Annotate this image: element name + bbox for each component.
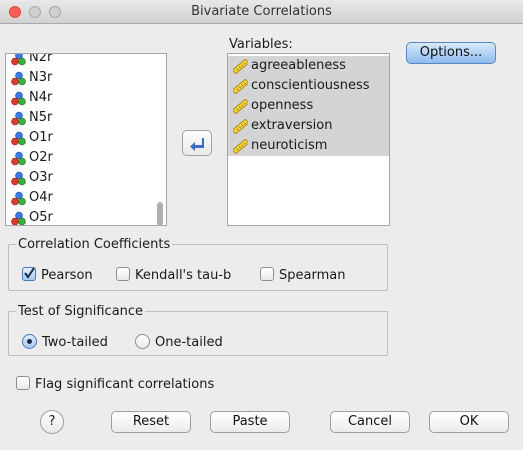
reset-button[interactable]: Reset — [111, 411, 191, 433]
kendall-checkbox[interactable] — [116, 267, 130, 281]
list-item-label: N3r — [29, 70, 53, 85]
window-title: Bivariate Correlations — [191, 4, 332, 19]
one-tailed-radio[interactable] — [135, 334, 150, 349]
two-tailed-label: Two-tailed — [42, 335, 108, 350]
kendall-option[interactable]: Kendall's tau-b — [116, 267, 231, 285]
checkmark-icon — [24, 267, 35, 279]
test-of-significance-legend: Test of Significance — [18, 304, 144, 319]
ok-button[interactable]: OK — [429, 411, 509, 433]
nominal-variable-icon — [11, 54, 26, 66]
list-item-label: O4r — [29, 190, 53, 205]
nominal-variable-icon — [11, 91, 26, 106]
move-variable-button[interactable] — [182, 130, 212, 156]
source-list-scrollbar[interactable] — [157, 202, 163, 225]
list-item-label: openness — [251, 98, 314, 113]
list-item-label: neuroticism — [251, 138, 328, 153]
ruler-scale-icon — [233, 59, 248, 74]
list-item-label: agreeableness — [251, 58, 346, 73]
list-item-label: O3r — [29, 170, 53, 185]
pearson-label: Pearson — [41, 268, 93, 283]
two-tailed-radio[interactable] — [22, 334, 37, 349]
variables-label: Variables: — [229, 37, 293, 52]
list-item-label: N5r — [29, 110, 53, 125]
list-item-label: O1r — [29, 130, 53, 145]
nominal-variable-icon — [11, 191, 26, 206]
ruler-scale-icon — [233, 99, 248, 114]
flag-significant-option[interactable]: Flag significant correlations — [16, 376, 214, 394]
spearman-option[interactable]: Spearman — [260, 267, 345, 285]
options-button[interactable]: Options... — [406, 42, 496, 64]
two-tailed-option[interactable]: Two-tailed — [22, 334, 108, 352]
spearman-label: Spearman — [279, 268, 346, 283]
arrow-left-icon — [190, 138, 204, 151]
kendall-label: Kendall's tau-b — [135, 268, 232, 283]
flag-significant-label: Flag significant correlations — [35, 377, 215, 392]
nominal-variable-icon — [11, 111, 26, 126]
list-item[interactable]: N2r — [6, 53, 166, 68]
list-item[interactable]: openness — [228, 96, 389, 116]
flag-significant-checkbox[interactable] — [16, 376, 30, 390]
list-item[interactable]: extraversion — [228, 116, 389, 136]
cancel-button[interactable]: Cancel — [330, 411, 410, 433]
list-item-label: O2r — [29, 150, 53, 165]
list-item[interactable]: N3r — [6, 68, 166, 88]
one-tailed-option[interactable]: One-tailed — [135, 334, 223, 352]
list-item[interactable]: O5r — [6, 208, 166, 225]
list-item[interactable]: O2r — [6, 148, 166, 168]
list-item[interactable]: O1r — [6, 128, 166, 148]
paste-button[interactable]: Paste — [210, 411, 290, 433]
list-item-label: N2r — [29, 53, 53, 65]
spearman-checkbox[interactable] — [260, 267, 274, 281]
ruler-scale-icon — [233, 119, 248, 134]
correlation-coefficients-legend: Correlation Coefficients — [18, 237, 171, 252]
list-item[interactable]: neuroticism — [228, 136, 389, 156]
pearson-checkbox[interactable] — [22, 267, 36, 281]
list-item[interactable]: N4r — [6, 88, 166, 108]
list-item[interactable]: agreeableness — [228, 56, 389, 76]
pearson-option[interactable]: Pearson — [22, 267, 93, 285]
help-button[interactable]: ? — [40, 410, 64, 434]
list-item[interactable]: N5r — [6, 108, 166, 128]
source-variable-list[interactable]: N2r N3r N4r N5r O1r O2r O3r O4r O5r — [5, 53, 167, 226]
list-item[interactable]: conscientiousness — [228, 76, 389, 96]
list-item-label: N4r — [29, 90, 53, 105]
list-item[interactable]: O4r — [6, 188, 166, 208]
list-item[interactable]: O3r — [6, 168, 166, 188]
list-item-label: O5r — [29, 210, 53, 225]
ruler-scale-icon — [233, 79, 248, 94]
one-tailed-label: One-tailed — [155, 335, 223, 350]
nominal-variable-icon — [11, 151, 26, 166]
list-item-label: extraversion — [251, 118, 333, 133]
nominal-variable-icon — [11, 171, 26, 186]
list-item-label: conscientiousness — [251, 78, 370, 93]
nominal-variable-icon — [11, 131, 26, 146]
nominal-variable-icon — [11, 71, 26, 86]
nominal-variable-icon — [11, 211, 26, 225]
selected-variables-list[interactable]: agreeableness conscientiousness openness ex… — [227, 53, 390, 226]
title-bar: Bivariate Correlations — [0, 0, 523, 24]
ruler-scale-icon — [233, 139, 248, 154]
